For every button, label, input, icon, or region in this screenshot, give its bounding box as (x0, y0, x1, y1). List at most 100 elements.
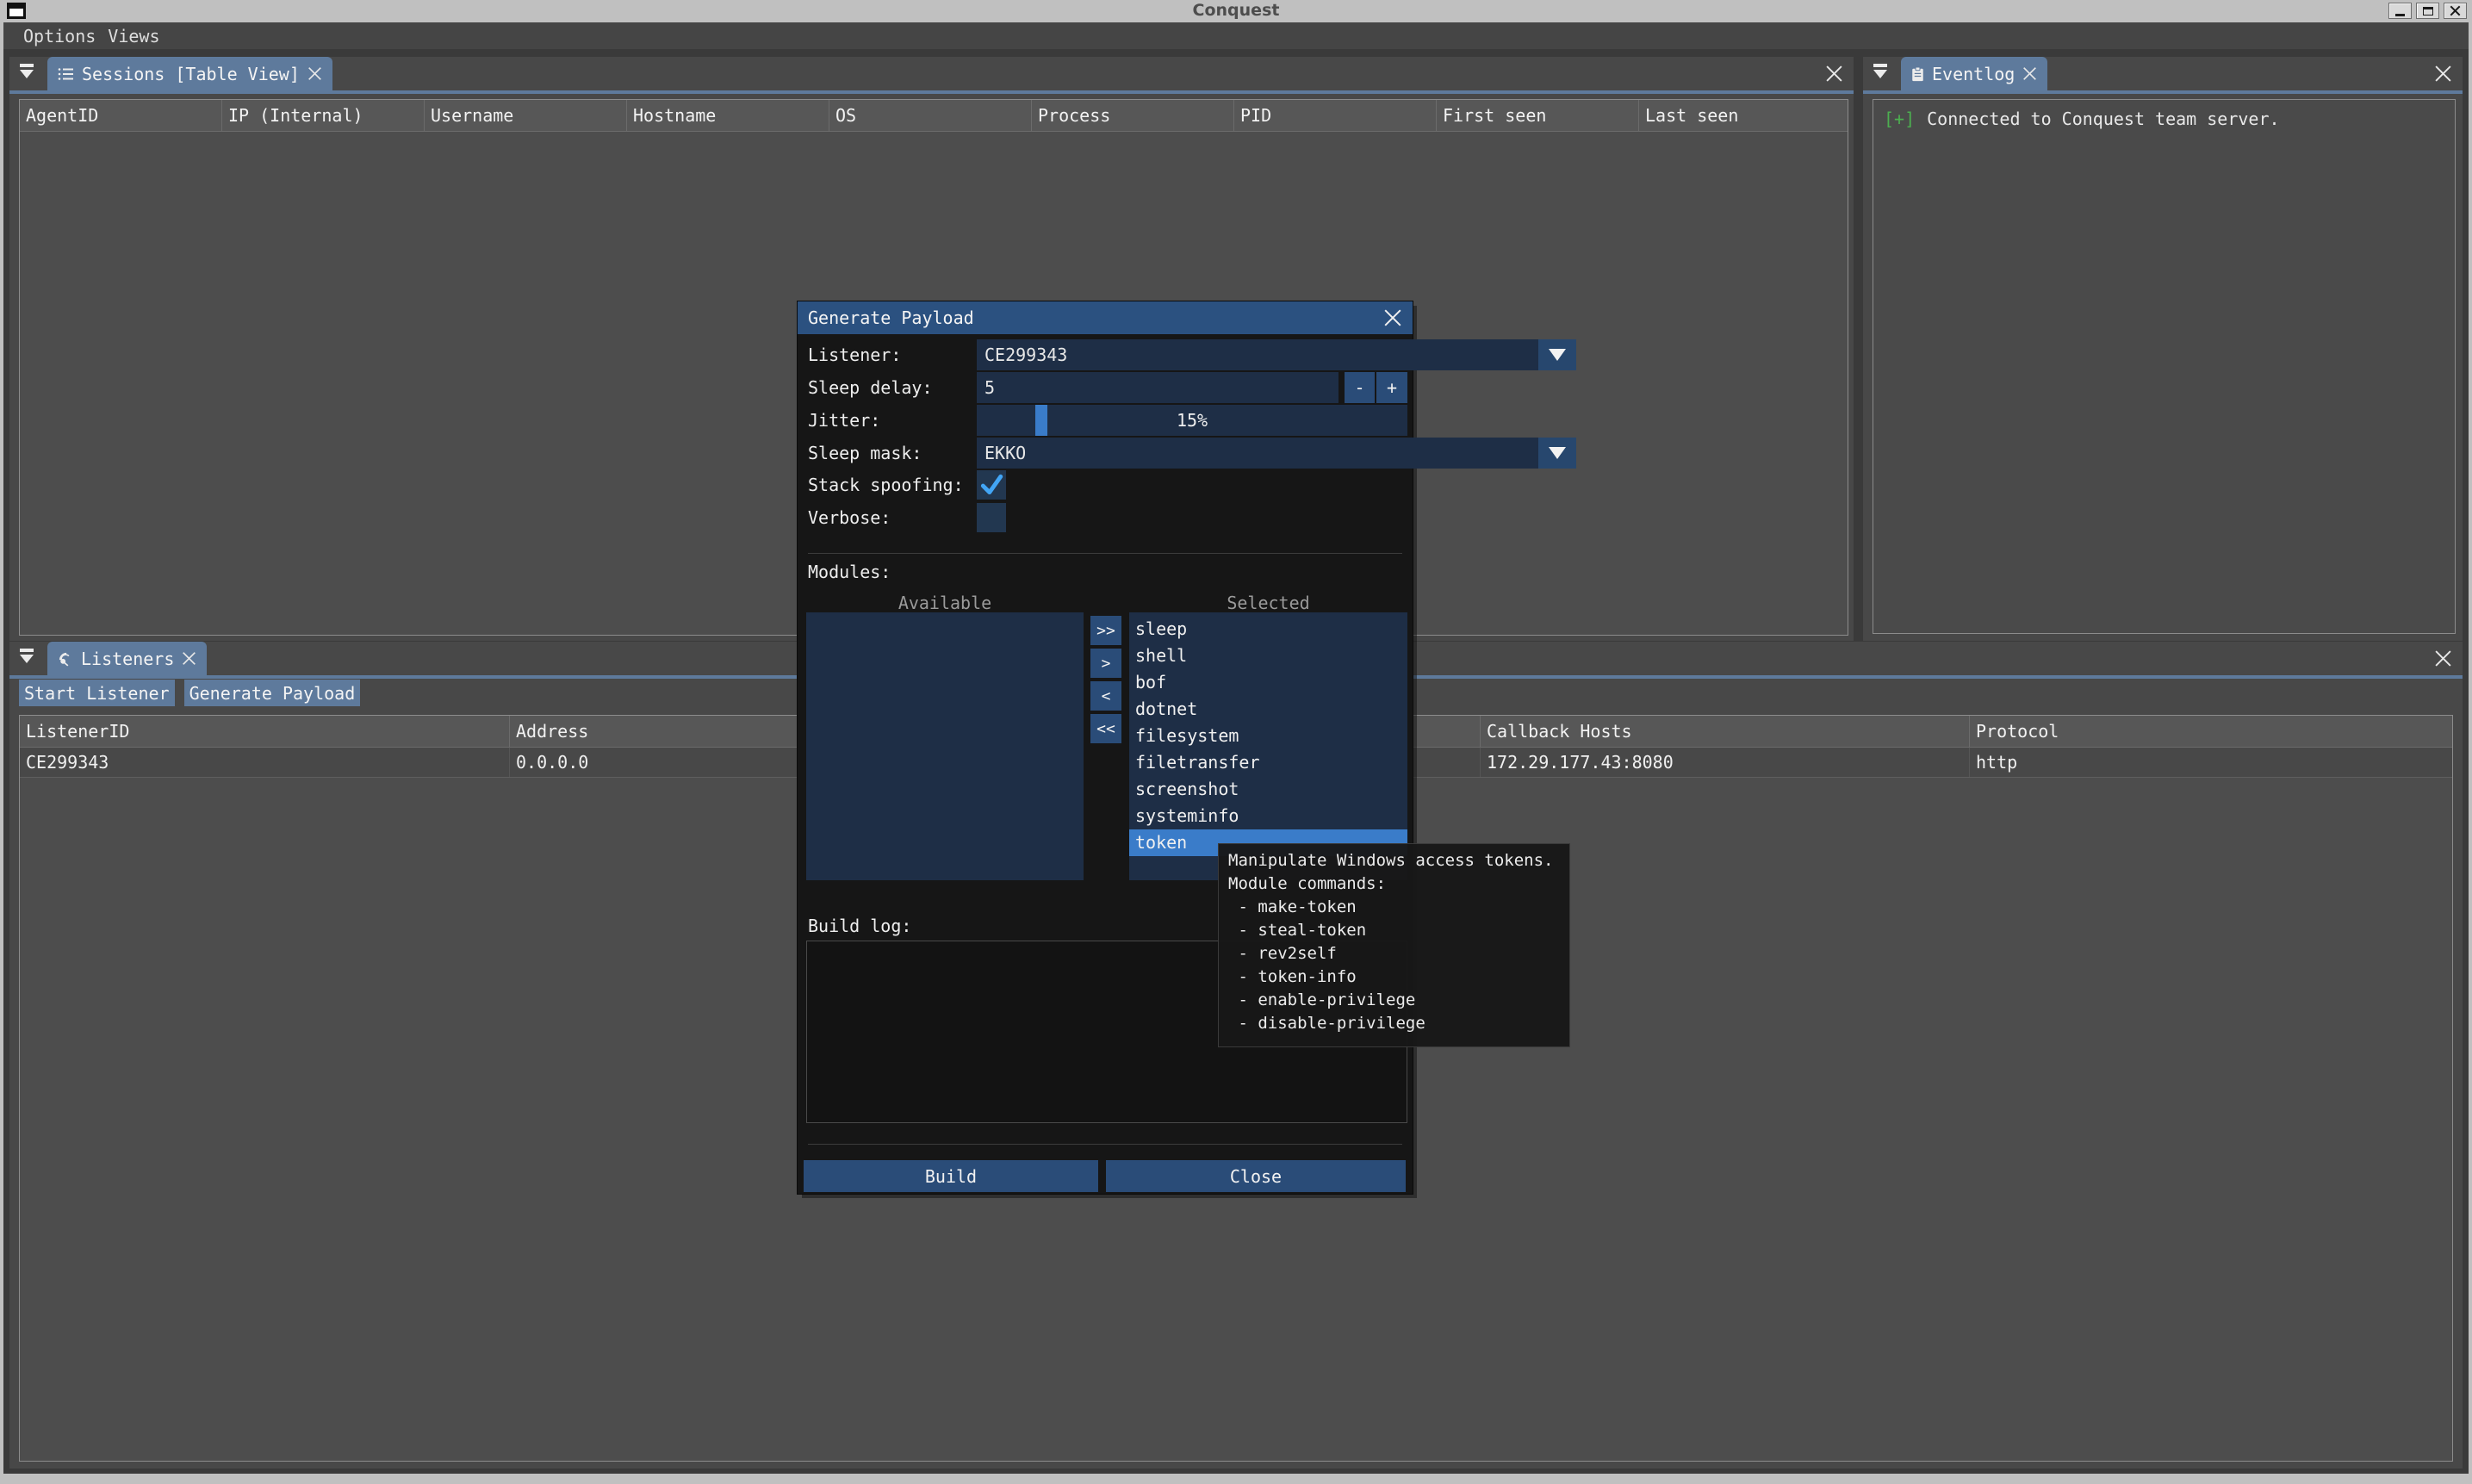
available-modules-list[interactable] (806, 612, 1084, 880)
tab-close-icon[interactable] (307, 66, 322, 81)
close-eventlog-panel-icon[interactable] (2434, 65, 2452, 83)
transfer-buttons: >>><<< (1090, 616, 1121, 743)
menu-bar: Options Views (3, 22, 2469, 49)
jitter-slider[interactable]: 15% (977, 405, 1407, 436)
column-header[interactable]: First seen (1437, 100, 1639, 131)
verbose-checkbox[interactable] (977, 503, 1006, 532)
sessions-table-header: AgentIDIP (Internal)UsernameHostnameOSPr… (20, 100, 1848, 132)
listener-dropdown-value: CE299343 (984, 339, 1067, 370)
log-status-tag: [+] (1884, 109, 1915, 129)
close-listeners-panel-icon[interactable] (2434, 649, 2452, 667)
module-item[interactable]: bof (1129, 669, 1407, 696)
app-window: Conquest Options Views Sessions [Table Vi… (0, 0, 2472, 1484)
log-message: Connected to Conquest team server. (1927, 109, 2279, 129)
tooltip-line: - rev2self (1228, 942, 1560, 966)
collapse-panel-icon[interactable] (1871, 64, 1890, 84)
minimize-button[interactable] (2388, 3, 2412, 19)
tooltip-line: - steal-token (1228, 919, 1560, 942)
start-listener-button[interactable]: Start Listener (19, 680, 175, 706)
listener-id-cell: CE299343 (20, 748, 510, 777)
tab-close-icon[interactable] (2022, 66, 2037, 81)
listener-dropdown[interactable]: CE299343 (977, 339, 1576, 370)
column-header[interactable]: Hostname (627, 100, 829, 131)
column-header[interactable]: OS (829, 100, 1032, 131)
close-sessions-panel-icon[interactable] (1825, 65, 1843, 83)
column-header[interactable]: ListenerID (20, 716, 510, 747)
tooltip-line: - disable-privilege (1228, 1012, 1560, 1035)
close-icon (2450, 5, 2461, 16)
jitter-field-row: Jitter: 15% (808, 405, 1407, 436)
build-log-label: Build log: (808, 916, 911, 936)
eventlog-panel: Eventlog [+] Connected to Conquest team s… (1863, 57, 2463, 641)
dialog-titlebar[interactable]: Generate Payload (798, 301, 1413, 334)
generate-payload-button[interactable]: Generate Payload (184, 680, 361, 706)
tooltip-line: - token-info (1228, 966, 1560, 989)
transfer-button[interactable]: >> (1090, 616, 1121, 645)
close-button[interactable]: Close (1106, 1160, 1406, 1192)
build-button[interactable]: Build (804, 1160, 1098, 1192)
verbose-label: Verbose: (808, 503, 891, 532)
tab-close-icon[interactable] (182, 651, 196, 666)
sleep-increment-button[interactable]: + (1376, 372, 1407, 403)
column-header[interactable]: Callback Hosts (1481, 716, 1970, 747)
close-window-button[interactable] (2444, 3, 2467, 19)
listeners-toolbar: Start Listener Generate Payload (19, 680, 360, 706)
maximize-button[interactable] (2416, 3, 2439, 19)
sleep-mask-field-row: Sleep mask: EKKO (808, 438, 1407, 469)
jitter-value: 15% (977, 405, 1407, 436)
collapse-panel-icon[interactable] (17, 64, 36, 84)
chevron-down-icon[interactable] (1538, 438, 1576, 469)
listener-callback-cell: 172.29.177.43:8080 (1481, 748, 1970, 777)
selected-modules-list[interactable]: sleepshellbofdotnetfilesystemfiletransfe… (1129, 612, 1407, 880)
stack-spoofing-label: Stack spoofing: (808, 470, 964, 500)
jitter-label: Jitter: (808, 405, 880, 436)
module-item[interactable]: screenshot (1129, 776, 1407, 803)
verbose-row: Verbose: (808, 503, 1407, 532)
column-header[interactable]: AgentID (20, 100, 222, 131)
column-header[interactable]: Last seen (1639, 100, 1848, 131)
column-header[interactable]: Process (1032, 100, 1234, 131)
menu-item[interactable]: Views (108, 26, 159, 47)
sleep-mask-dropdown[interactable]: EKKO (977, 438, 1576, 469)
module-item[interactable]: shell (1129, 643, 1407, 669)
column-header[interactable]: IP (Internal) (222, 100, 425, 131)
tooltip-line: Manipulate Windows access tokens. (1228, 849, 1560, 872)
collapse-panel-icon[interactable] (17, 649, 36, 669)
tab-listeners[interactable]: Listeners (47, 642, 207, 675)
sleep-delay-field-row: Sleep delay: - + (808, 372, 1407, 403)
available-label: Available (806, 593, 1084, 613)
transfer-button[interactable]: << (1090, 714, 1121, 743)
column-header[interactable]: Username (425, 100, 627, 131)
eventlog-output: [+] Connected to Conquest team server. (1873, 99, 2456, 634)
check-icon (979, 473, 1003, 497)
tab-sessions[interactable]: Sessions [Table View] (47, 57, 332, 90)
module-item[interactable]: dotnet (1129, 696, 1407, 723)
maximize-icon (2423, 7, 2433, 16)
clipboard-icon (1911, 66, 1924, 82)
tab-underline (9, 90, 1854, 94)
sleep-delay-input[interactable] (977, 372, 1338, 403)
stack-spoofing-row: Stack spoofing: (808, 470, 1407, 500)
log-entry: [+] Connected to Conquest team server. (1884, 109, 2444, 129)
module-item[interactable]: filesystem (1129, 723, 1407, 749)
module-item[interactable]: filetransfer (1129, 749, 1407, 776)
tooltip-line: - enable-privilege (1228, 989, 1560, 1012)
sleep-decrement-button[interactable]: - (1345, 372, 1375, 403)
stack-spoofing-checkbox[interactable] (977, 470, 1006, 500)
window-titlebar: Conquest (0, 0, 2472, 22)
menu-item[interactable]: Options (23, 26, 96, 47)
sleep-mask-label: Sleep mask: (808, 438, 922, 469)
column-header[interactable]: PID (1234, 100, 1437, 131)
minimize-icon (2395, 14, 2405, 16)
chevron-down-icon[interactable] (1538, 339, 1576, 370)
module-item[interactable]: systeminfo (1129, 803, 1407, 829)
module-tooltip: Manipulate Windows access tokens.Module … (1218, 843, 1570, 1047)
listener-field-row: Listener: CE299343 (808, 339, 1407, 370)
transfer-button[interactable]: < (1090, 681, 1121, 711)
tab-sessions-label: Sessions [Table View] (82, 64, 300, 84)
transfer-button[interactable]: > (1090, 649, 1121, 678)
column-header[interactable]: Protocol (1970, 716, 2452, 747)
module-item[interactable]: sleep (1129, 616, 1407, 643)
tab-eventlog[interactable]: Eventlog (1901, 57, 2047, 90)
dialog-close-icon[interactable] (1383, 308, 1402, 327)
